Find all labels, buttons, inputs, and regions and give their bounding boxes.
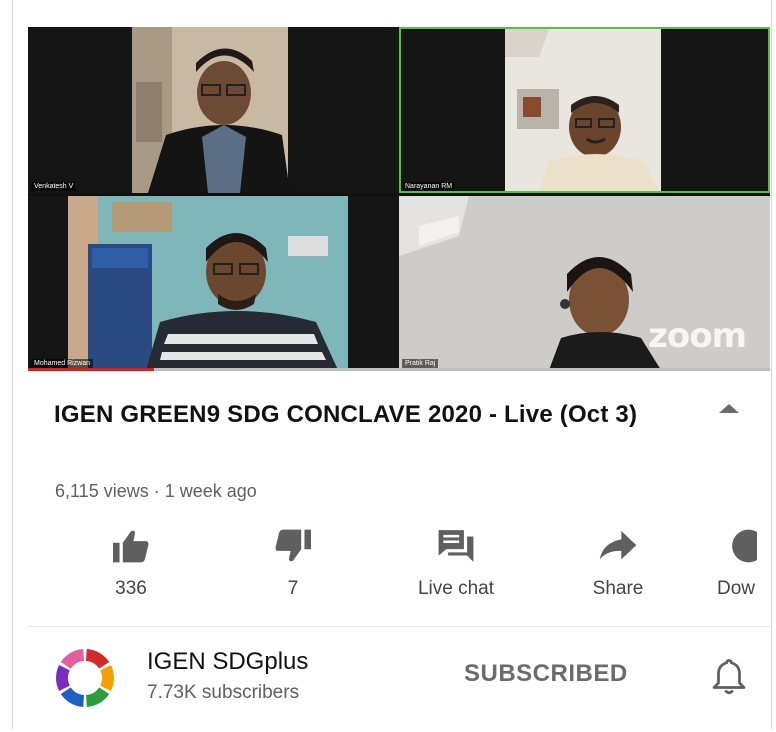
participant-name: Pratik Raj <box>402 359 439 368</box>
dislike-button[interactable]: 7 <box>233 526 353 600</box>
share-button[interactable]: Share <box>558 526 678 600</box>
channel-name[interactable]: IGEN SDGplus <box>147 648 308 676</box>
participant-name: Venkatesh V <box>31 182 77 191</box>
channel-avatar[interactable] <box>54 647 116 709</box>
live-chat-icon <box>438 530 474 562</box>
logo-segment <box>86 649 110 669</box>
logo-segment <box>60 649 84 669</box>
thumbs-down-icon <box>275 529 311 562</box>
share-label: Share <box>592 578 644 599</box>
logo-segment <box>60 687 84 707</box>
dislike-count: 7 <box>287 578 299 599</box>
participant-tile: Mohamed Rizwan <box>28 196 399 370</box>
bell-icon <box>712 659 746 695</box>
subscribe-button[interactable]: SUBSCRIBED <box>464 660 628 688</box>
participant-tile: Venkatesh V <box>28 27 399 193</box>
participant-name: Mohamed Rizwan <box>31 359 94 368</box>
video-progress-fill <box>28 368 155 371</box>
video-player[interactable]: Venkatesh V Narayanan RM Mohamed Rizwan … <box>28 27 770 370</box>
video-progress-bar[interactable] <box>28 368 770 371</box>
participant-video <box>28 196 399 370</box>
participant-name: Narayanan RM <box>402 182 456 191</box>
video-meta: 6,115 views · 1 week ago <box>55 481 257 501</box>
like-count: 336 <box>115 578 147 599</box>
video-title: IGEN GREEN9 SDG CONCLAVE 2020 - Live (Oc… <box>54 401 638 428</box>
live-chat-label: Live chat <box>417 578 495 599</box>
download-button[interactable]: Dow <box>717 526 770 600</box>
thumbs-up-icon <box>113 530 149 563</box>
like-button[interactable]: 336 <box>71 526 191 600</box>
download-label: Dow <box>717 578 756 599</box>
participant-tile-active: Narayanan RM <box>399 27 770 193</box>
logo-segment <box>100 665 114 691</box>
subscriber-count: 7.73K subscribers <box>147 682 300 703</box>
live-chat-button[interactable]: Live chat <box>396 526 516 600</box>
channel-logo-icon <box>55 649 114 707</box>
logo-segment <box>86 687 110 707</box>
participant-video <box>399 27 770 193</box>
participant-video <box>28 27 399 193</box>
participant-tile: zoom Pratik Raj <box>399 196 770 370</box>
share-icon <box>599 531 637 560</box>
action-bar: 336 7 Live chat Share Dow <box>0 526 770 606</box>
notification-bell-button[interactable] <box>711 657 747 702</box>
section-divider <box>28 626 770 627</box>
zoom-watermark: zoom <box>648 316 747 356</box>
logo-segment <box>55 665 70 691</box>
collapse-description-icon[interactable] <box>719 404 739 413</box>
download-icon <box>732 529 757 563</box>
